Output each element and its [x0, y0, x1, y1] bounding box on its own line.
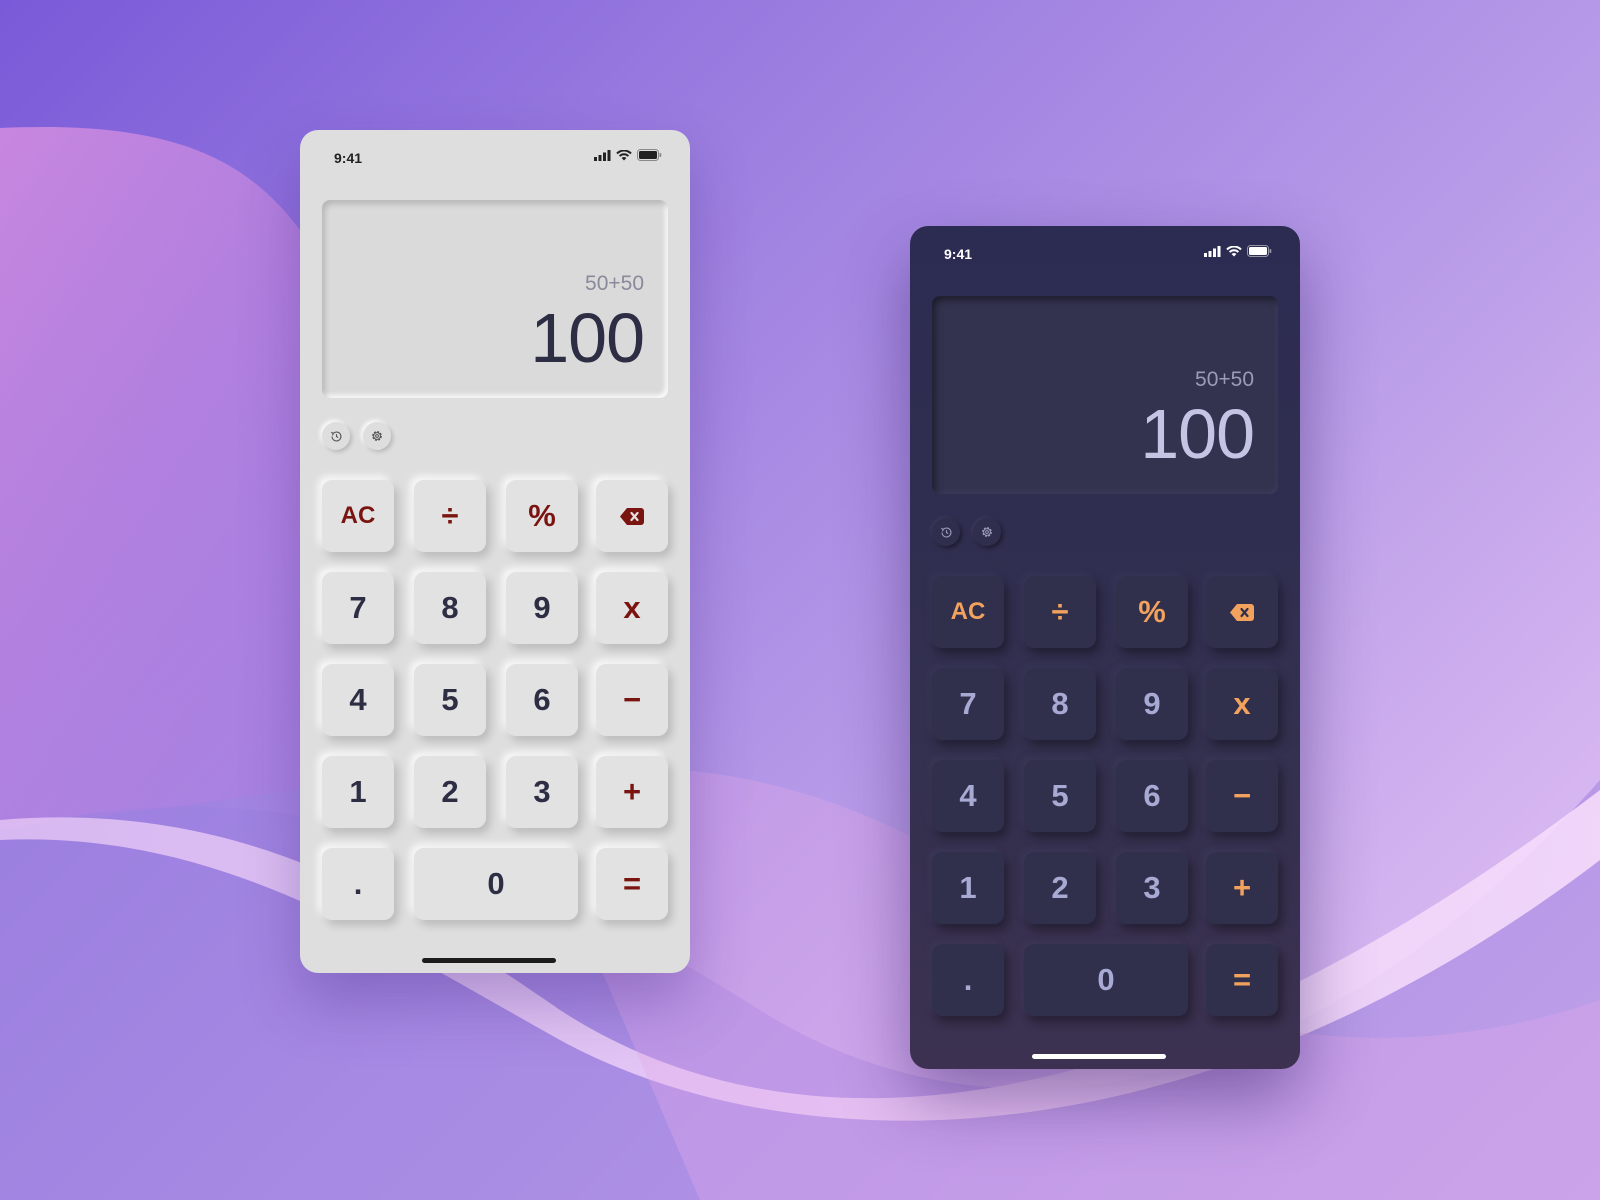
minus-button[interactable]: −: [1206, 760, 1278, 832]
percent-button[interactable]: %: [506, 480, 578, 552]
plus-button[interactable]: +: [1206, 852, 1278, 924]
signal-icon: [594, 149, 611, 161]
status-time: 9:41: [944, 246, 973, 262]
ac-button[interactable]: AC: [932, 576, 1004, 648]
status-bar: 9:41: [300, 130, 690, 186]
history-icon: [940, 526, 952, 537]
key-0[interactable]: 0: [414, 848, 578, 920]
decimal-button[interactable]: .: [932, 944, 1004, 1016]
status-time: 9:41: [334, 150, 363, 166]
backspace-button[interactable]: [596, 480, 668, 552]
settings-button[interactable]: [363, 422, 391, 450]
key-1[interactable]: 1: [932, 852, 1004, 924]
backspace-icon: [620, 507, 644, 525]
key-6[interactable]: 6: [506, 664, 578, 736]
history-button[interactable]: [322, 422, 350, 450]
result-text: 100: [1140, 395, 1255, 473]
multiply-button[interactable]: x: [1206, 668, 1278, 740]
key-0[interactable]: 0: [1024, 944, 1188, 1016]
background-waves: [0, 127, 1600, 1200]
calculator-light: 9:41 50+50 100 AC ÷ % 7 8 9 x 4 5 6 − 1 …: [300, 130, 690, 973]
settings-icon: [372, 431, 382, 441]
wifi-icon: [616, 149, 632, 160]
key-2[interactable]: 2: [1024, 852, 1096, 924]
status-bar: 9:41: [910, 226, 1300, 282]
key-3[interactable]: 3: [506, 756, 578, 828]
expression-text: 50+50: [585, 272, 644, 295]
backspace-icon: [1230, 603, 1254, 621]
key-9[interactable]: 9: [506, 572, 578, 644]
equals-button[interactable]: =: [1206, 944, 1278, 1016]
battery-icon: [1247, 245, 1272, 257]
ac-button[interactable]: AC: [322, 480, 394, 552]
multiply-button[interactable]: x: [596, 572, 668, 644]
history-button[interactable]: [932, 518, 960, 546]
home-indicator[interactable]: [422, 958, 556, 963]
key-5[interactable]: 5: [414, 664, 486, 736]
expression-text: 50+50: [1195, 368, 1254, 391]
calculator-display: 50+50 100: [932, 296, 1278, 494]
key-4[interactable]: 4: [322, 664, 394, 736]
history-icon: [330, 430, 342, 441]
settings-button[interactable]: [973, 518, 1001, 546]
result-text: 100: [530, 299, 645, 377]
key-1[interactable]: 1: [322, 756, 394, 828]
plus-button[interactable]: +: [596, 756, 668, 828]
key-8[interactable]: 8: [414, 572, 486, 644]
home-indicator[interactable]: [1032, 1054, 1166, 1059]
battery-icon: [637, 149, 662, 161]
key-9[interactable]: 9: [1116, 668, 1188, 740]
calculator-display: 50+50 100: [322, 200, 668, 398]
key-5[interactable]: 5: [1024, 760, 1096, 832]
key-7[interactable]: 7: [322, 572, 394, 644]
backspace-button[interactable]: [1206, 576, 1278, 648]
keypad: AC ÷ % 7 8 9 x 4 5 6 − 1 2 3 + . 0 =: [932, 576, 1278, 1016]
key-6[interactable]: 6: [1116, 760, 1188, 832]
key-3[interactable]: 3: [1116, 852, 1188, 924]
settings-icon: [982, 527, 992, 537]
decimal-button[interactable]: .: [322, 848, 394, 920]
wifi-icon: [1226, 245, 1242, 256]
key-7[interactable]: 7: [932, 668, 1004, 740]
keypad: AC ÷ % 7 8 9 x 4 5 6 − 1 2 3 + . 0 =: [322, 480, 668, 920]
equals-button[interactable]: =: [596, 848, 668, 920]
signal-icon: [1204, 245, 1221, 257]
divide-button[interactable]: ÷: [414, 480, 486, 552]
key-8[interactable]: 8: [1024, 668, 1096, 740]
calculator-dark: 9:41 50+50 100 AC ÷ % 7 8 9 x 4 5 6 − 1 …: [910, 226, 1300, 1069]
key-2[interactable]: 2: [414, 756, 486, 828]
divide-button[interactable]: ÷: [1024, 576, 1096, 648]
key-4[interactable]: 4: [932, 760, 1004, 832]
percent-button[interactable]: %: [1116, 576, 1188, 648]
minus-button[interactable]: −: [596, 664, 668, 736]
